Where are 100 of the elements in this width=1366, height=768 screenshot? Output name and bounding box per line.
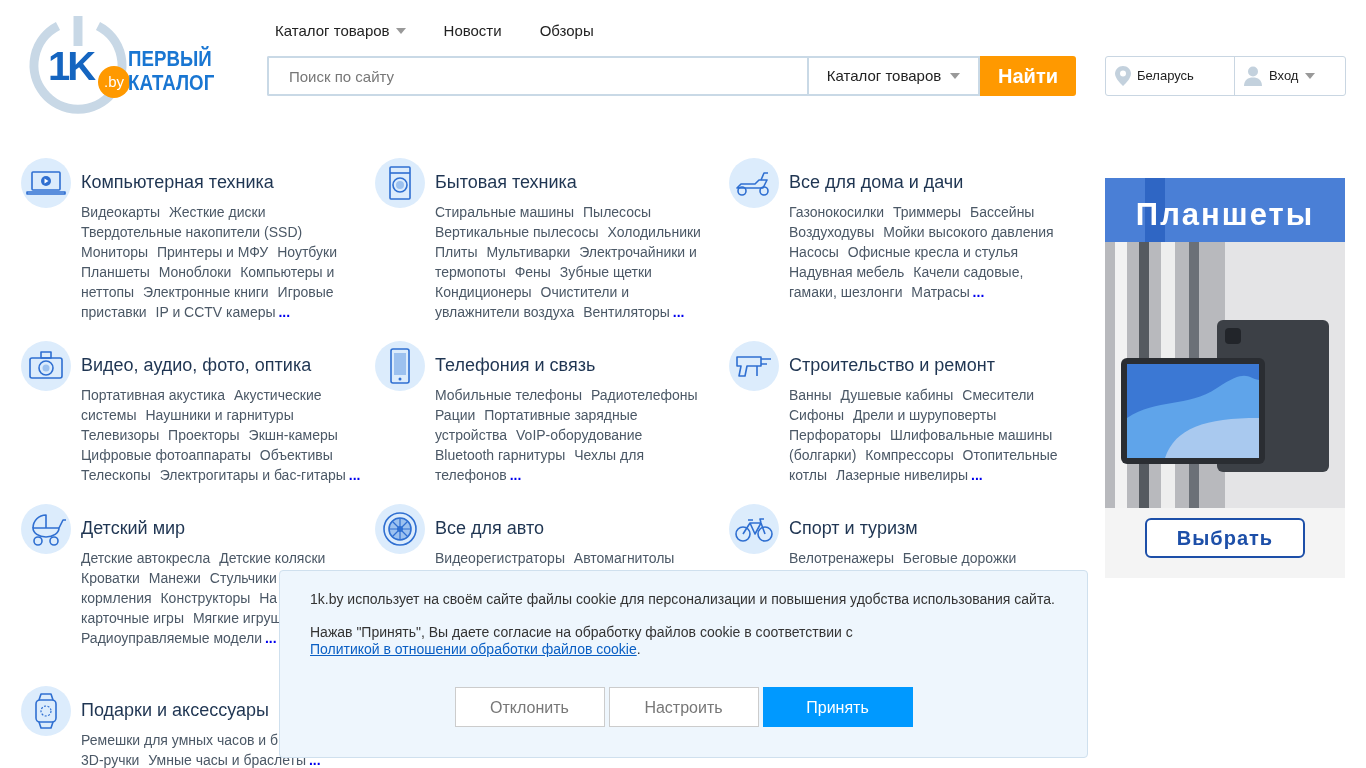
category-link[interactable]: Воздуходувы bbox=[789, 224, 875, 240]
catalog-select[interactable]: Каталог товаров bbox=[807, 56, 980, 96]
category-link[interactable]: Велотренажеры bbox=[789, 550, 894, 566]
category-link[interactable]: Газонокосилки bbox=[789, 204, 884, 220]
category-link[interactable]: устройства bbox=[435, 427, 508, 443]
category-link[interactable]: Шлифовальные машины bbox=[890, 427, 1053, 443]
category-link[interactable]: Ванны bbox=[789, 387, 832, 403]
category-link[interactable]: Детские коляски bbox=[219, 550, 326, 566]
cookie-button[interactable]: Отклонить bbox=[454, 687, 605, 727]
cookie-button[interactable]: Настроить bbox=[608, 687, 759, 727]
category-title[interactable]: Строительство и ремонт bbox=[789, 354, 995, 376]
nav-link[interactable]: Новости bbox=[443, 22, 502, 40]
category-link[interactable]: Видеорегистраторы bbox=[435, 550, 565, 566]
category-link[interactable]: увлажнители воздуха bbox=[435, 304, 575, 320]
category-link[interactable]: Цифровые фотоаппараты bbox=[81, 447, 251, 463]
category-link[interactable]: Качели садовые, bbox=[913, 264, 1024, 280]
nav-link[interactable]: Обзоры bbox=[539, 22, 594, 40]
category-title[interactable]: Спорт и туризм bbox=[789, 517, 918, 539]
category-link[interactable]: Насосы bbox=[789, 244, 839, 260]
nav-link[interactable]: Каталог товаров bbox=[275, 22, 406, 40]
category-link[interactable]: (болгарки) bbox=[789, 447, 857, 463]
category-link[interactable]: Мойки высокого давления bbox=[883, 224, 1054, 240]
search-field[interactable]: Поиск по сайту bbox=[267, 56, 807, 96]
category-title[interactable]: Телефония и связь bbox=[435, 354, 596, 376]
category-link[interactable]: Видеокарты bbox=[81, 204, 161, 220]
category-link[interactable]: Мониторы bbox=[81, 244, 149, 260]
category-link[interactable]: Игровые bbox=[277, 284, 334, 300]
category-link[interactable]: Стульчики bbox=[209, 570, 277, 586]
category-title[interactable]: Видео, аудио, фото, оптика bbox=[81, 354, 312, 376]
category-link[interactable]: Ноутбуки bbox=[277, 244, 337, 260]
category-title[interactable]: Компьютерная техника bbox=[81, 171, 274, 193]
category-link[interactable]: Мультиварки bbox=[486, 244, 571, 260]
category-link[interactable]: Рации bbox=[435, 407, 476, 423]
category-link[interactable]: Кондиционеры bbox=[435, 284, 532, 300]
category-link[interactable]: Отопительные bbox=[962, 447, 1058, 463]
category-link[interactable]: Экшн-камеры bbox=[248, 427, 338, 443]
category-link[interactable]: телефонов bbox=[435, 467, 507, 483]
category-link[interactable]: Радиоуправляемые модели bbox=[81, 630, 263, 646]
more-link[interactable]: ... bbox=[278, 304, 291, 320]
category-link[interactable]: Манежи bbox=[148, 570, 201, 586]
category-link[interactable]: Сифоны bbox=[789, 407, 845, 423]
more-link[interactable]: ... bbox=[971, 467, 983, 483]
more-link[interactable]: ... bbox=[348, 467, 361, 483]
category-link[interactable]: Моноблоки bbox=[158, 264, 232, 280]
category-link[interactable]: Чехлы для bbox=[574, 447, 644, 463]
category-link[interactable]: Радиотелефоны bbox=[590, 387, 698, 403]
category-link[interactable]: Вентиляторы bbox=[583, 304, 670, 320]
category-link[interactable]: Электронные книги bbox=[143, 284, 269, 300]
category-link[interactable]: Бассейны bbox=[970, 204, 1035, 220]
category-title[interactable]: Все для авто bbox=[435, 517, 544, 539]
category-link[interactable]: Беговые дорожки bbox=[902, 550, 1017, 566]
category-link[interactable]: Дрели и шуруповерты bbox=[852, 407, 997, 423]
category-link[interactable]: термопоты bbox=[435, 264, 506, 280]
login-button[interactable]: Вход bbox=[1235, 57, 1345, 95]
category-link[interactable]: Стиральные машины bbox=[435, 204, 575, 220]
category-link[interactable]: Автомагнитолы bbox=[573, 550, 675, 566]
category-link[interactable]: Проекторы bbox=[168, 427, 240, 443]
category-link[interactable]: Объективы bbox=[259, 447, 333, 463]
category-link[interactable]: Смесители bbox=[962, 387, 1035, 403]
category-link[interactable]: приставки bbox=[81, 304, 147, 320]
category-link[interactable]: котлы bbox=[789, 467, 828, 483]
category-link[interactable]: Компрессоры bbox=[865, 447, 954, 463]
category-link[interactable]: Портативная акустика bbox=[81, 387, 226, 403]
category-link[interactable]: Очистители и bbox=[540, 284, 630, 300]
category-link[interactable]: Мобильные телефоны bbox=[435, 387, 582, 403]
category-link[interactable]: VoIP-оборудование bbox=[516, 427, 643, 443]
category-link[interactable]: IP и CCTV камеры bbox=[155, 304, 276, 320]
category-link[interactable]: Лазерные нивелиры bbox=[836, 467, 969, 483]
category-link[interactable]: Фены bbox=[514, 264, 551, 280]
category-link[interactable]: Планшеты bbox=[81, 264, 150, 280]
category-link[interactable]: На bbox=[259, 590, 278, 606]
category-link[interactable]: Кроватки bbox=[81, 570, 140, 586]
category-link[interactable]: Холодильники bbox=[607, 224, 701, 240]
category-link[interactable]: Вертикальные пылесосы bbox=[435, 224, 599, 240]
more-link[interactable]: ... bbox=[264, 630, 277, 646]
category-link[interactable]: Bluetooth гарнитуры bbox=[435, 447, 566, 463]
category-link[interactable]: Принтеры и МФУ bbox=[156, 244, 269, 260]
category-link[interactable]: Электрочайники и bbox=[579, 244, 697, 260]
category-link[interactable]: Душевые кабины bbox=[840, 387, 954, 403]
category-link[interactable]: Ремешки для умных часов и б bbox=[81, 732, 279, 748]
category-link[interactable]: Конструкторы bbox=[160, 590, 251, 606]
category-link[interactable]: карточные игры bbox=[81, 610, 184, 626]
category-title[interactable]: Подарки и аксессуары bbox=[81, 699, 269, 721]
category-link[interactable]: Твердотельные накопители (SSD) bbox=[81, 224, 303, 240]
category-link[interactable]: гамаки, шезлонги bbox=[789, 284, 903, 300]
category-link[interactable]: Матрасы bbox=[911, 284, 970, 300]
category-link[interactable]: Детские автокресла bbox=[81, 550, 211, 566]
category-link[interactable]: неттопы bbox=[81, 284, 135, 300]
category-link[interactable]: Пылесосы bbox=[583, 204, 652, 220]
more-link[interactable]: ... bbox=[972, 284, 985, 300]
category-link[interactable]: 3D-ручки bbox=[81, 752, 140, 768]
category-link[interactable]: Жесткие диски bbox=[168, 204, 266, 220]
location-button[interactable]: Беларусь bbox=[1106, 57, 1235, 95]
category-link[interactable]: Плиты bbox=[435, 244, 478, 260]
category-title[interactable]: Детский мир bbox=[81, 517, 186, 539]
category-link[interactable]: системы bbox=[81, 407, 137, 423]
category-link[interactable]: Электрогитары и бас-гитары bbox=[159, 467, 346, 483]
category-link[interactable]: Компьютеры и bbox=[240, 264, 335, 280]
category-link[interactable]: Портативные зарядные bbox=[484, 407, 638, 423]
category-link[interactable]: Офисные кресла и стулья bbox=[847, 244, 1019, 260]
